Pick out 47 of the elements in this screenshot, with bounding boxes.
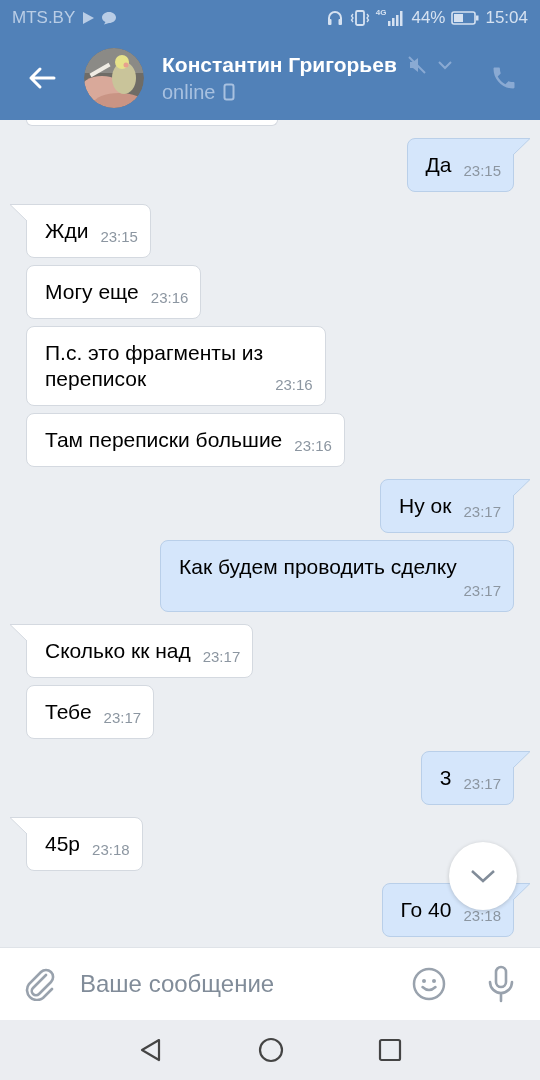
message-time: 23:18 bbox=[462, 906, 501, 926]
recent-apps-icon[interactable] bbox=[378, 1038, 402, 1062]
message-time: 23:15 bbox=[462, 161, 501, 181]
signal-icon bbox=[387, 9, 406, 27]
message-time: 23:18 bbox=[91, 840, 130, 860]
message-text: Жди bbox=[45, 218, 89, 244]
back-arrow-icon[interactable] bbox=[28, 66, 56, 90]
play-icon bbox=[81, 11, 96, 25]
message-time: 23:17 bbox=[102, 708, 142, 728]
message-time: 23:16 bbox=[149, 288, 189, 308]
message-text: Как будем проводить сделку bbox=[179, 554, 457, 580]
message-text: Тебе bbox=[45, 699, 92, 725]
message-time: 23:17 bbox=[462, 581, 501, 601]
message-time: 23:16 bbox=[274, 375, 313, 395]
message-text: Да bbox=[425, 152, 452, 178]
battery-icon bbox=[451, 11, 480, 25]
battery-percent: 44% bbox=[411, 8, 446, 28]
network-type: 4G bbox=[375, 8, 387, 17]
message-text: Го 40 bbox=[400, 897, 452, 923]
message-text: 3 bbox=[439, 765, 452, 791]
scroll-down-button[interactable] bbox=[449, 842, 517, 910]
chevron-down-icon[interactable] bbox=[436, 59, 453, 70]
message-text: Могу еще bbox=[45, 279, 139, 305]
online-status: online bbox=[162, 80, 216, 104]
chat-bubble-icon bbox=[101, 11, 118, 25]
smiley-icon[interactable] bbox=[412, 967, 446, 1001]
message-text: П.с. это фрагменты из переписок bbox=[45, 340, 264, 392]
microphone-icon[interactable] bbox=[486, 965, 516, 1003]
chevron-down-icon bbox=[470, 869, 496, 883]
message-input[interactable]: Ваше сообщение bbox=[74, 970, 394, 998]
carrier-name: MTS.BY bbox=[12, 8, 76, 28]
phone-device-icon bbox=[223, 83, 236, 101]
message-time: 23:15 bbox=[99, 227, 138, 247]
message-time: 23:16 bbox=[293, 436, 332, 456]
home-icon[interactable] bbox=[258, 1037, 284, 1063]
clock: 15:04 bbox=[485, 8, 528, 28]
message-text: Там переписки большие bbox=[45, 427, 283, 453]
message-time: 23:17 bbox=[201, 647, 241, 667]
message-text: Ну ок bbox=[399, 493, 452, 519]
paperclip-icon[interactable] bbox=[24, 967, 56, 1001]
message-text: 45р bbox=[45, 831, 81, 857]
message-time: 23:17 bbox=[462, 502, 501, 522]
message-time: 23:17 bbox=[462, 774, 501, 794]
vibrate-icon bbox=[349, 9, 370, 27]
headphones-icon bbox=[325, 9, 344, 27]
message-text: Сколько кк над bbox=[45, 638, 191, 664]
contact-name: Константин Григорьев bbox=[162, 52, 397, 77]
